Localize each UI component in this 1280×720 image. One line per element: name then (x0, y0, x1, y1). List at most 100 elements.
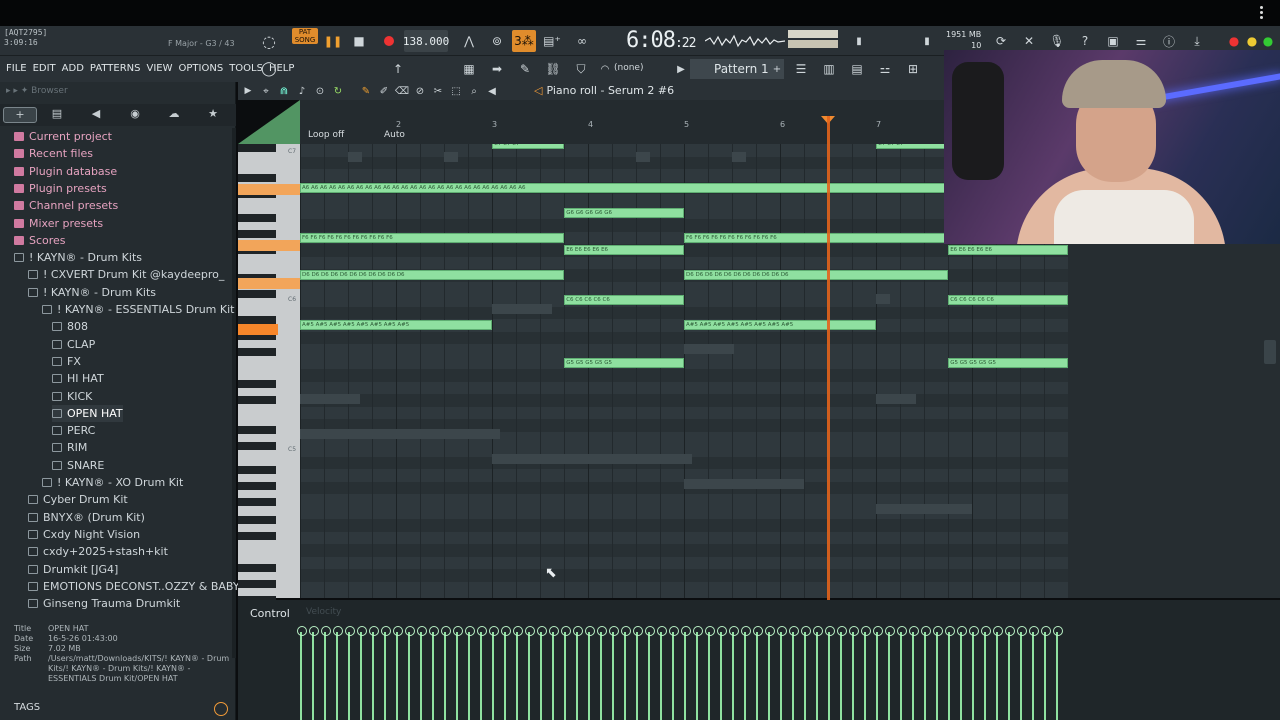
velocity-bar[interactable] (297, 625, 307, 720)
browser-item[interactable]: Current project (14, 128, 112, 145)
piano-roll-icon[interactable]: ▤ (846, 58, 868, 80)
velocity-bar[interactable] (765, 625, 775, 720)
browser-item[interactable]: BNYX® (Drum Kit) (28, 509, 145, 526)
active-key[interactable] (238, 278, 300, 289)
zoom-tool-icon[interactable]: ⌕ (466, 82, 482, 100)
menu-add[interactable]: ADD (62, 63, 84, 74)
midi-note[interactable]: E6 E6 E6 E6 E6 (564, 245, 684, 256)
velocity-bar[interactable] (945, 625, 955, 720)
sliders-icon[interactable]: ⚌ (1130, 30, 1152, 52)
velocity-bar[interactable] (657, 625, 667, 720)
midi-note[interactable]: C7 C7 C7 (876, 144, 949, 149)
velocity-bar[interactable] (417, 625, 427, 720)
velocity-bar[interactable] (729, 625, 739, 720)
more-options-icon[interactable] (1260, 6, 1264, 20)
piano-roll-menu-icon[interactable]: ▶ (242, 82, 254, 100)
velocity-bar[interactable] (957, 625, 967, 720)
draw-tool-icon[interactable]: ✎ (358, 82, 374, 100)
browser-item[interactable]: KICK (52, 388, 92, 405)
browser-item[interactable]: ! KAYN® - Drum Kits (28, 284, 156, 301)
piano-keyboard[interactable]: C7 C6 C5 (238, 144, 300, 604)
metronome-knob-icon[interactable]: ◌ (258, 30, 280, 52)
channel-rack-icon[interactable]: ▥ (818, 58, 840, 80)
midi-note[interactable]: F6 F6 F6 F6 F6 F6 F6 F6 F6 F6 F6 (684, 232, 949, 243)
black-key[interactable] (238, 144, 276, 152)
paint-tool-icon[interactable]: ✐ (376, 82, 392, 100)
velocity-bar[interactable] (705, 625, 715, 720)
velocity-bar[interactable] (345, 625, 355, 720)
velocity-bar[interactable] (681, 625, 691, 720)
velocity-bar[interactable] (537, 625, 547, 720)
browser-item[interactable]: Ginseng Trauma Drumkit (28, 595, 180, 612)
pattern-add-icon[interactable]: + (770, 58, 784, 80)
pitch-knob-icon[interactable]: ↑ (390, 58, 406, 80)
velocity-bar[interactable] (717, 625, 727, 720)
loop-record-icon[interactable]: ∞ (570, 30, 594, 52)
help-icon[interactable]: ? (1074, 30, 1096, 52)
browser-item[interactable]: Cxdy Night Vision (28, 526, 140, 543)
black-key[interactable] (238, 580, 276, 588)
refresh-icon[interactable]: ⟳ (990, 30, 1012, 52)
velocity-bar[interactable] (909, 625, 919, 720)
playback-tool-icon[interactable]: ◀ (484, 82, 500, 100)
auto-toggle[interactable]: Auto (384, 130, 405, 140)
velocity-bar[interactable] (633, 625, 643, 720)
window-minimize-icon[interactable]: ● (1246, 30, 1258, 52)
master-volume-icon[interactable]: ▮ (852, 30, 866, 52)
browser-tab-favorites[interactable]: ★ (196, 107, 230, 123)
browser-item[interactable]: HI HAT (52, 370, 104, 387)
velocity-bar[interactable] (897, 625, 907, 720)
control-label[interactable]: Control (250, 607, 290, 620)
mixer-icon[interactable]: ⚍ (874, 58, 896, 80)
browser-item[interactable]: PERC (52, 422, 95, 439)
velocity-bar[interactable] (597, 625, 607, 720)
velocity-bar[interactable] (753, 625, 763, 720)
velocity-bar[interactable] (561, 625, 571, 720)
master-knob-icon[interactable]: ◯ (258, 58, 280, 80)
menu-file[interactable]: FILE (6, 63, 27, 74)
stop-button[interactable]: ■ (350, 30, 368, 52)
black-key[interactable] (238, 498, 276, 506)
velocity-bar[interactable] (453, 625, 463, 720)
browser-item[interactable]: Channel presets (14, 197, 118, 214)
loop-icon[interactable]: ↻ (330, 82, 346, 100)
loop-toggle[interactable]: Loop off (308, 130, 344, 140)
browser-item[interactable]: Plugin database (14, 163, 117, 180)
waveform-monitor[interactable] (705, 34, 785, 48)
velocity-bar[interactable] (357, 625, 367, 720)
velocity-bar[interactable] (1029, 625, 1039, 720)
master-pitch-icon[interactable]: ▮ (920, 30, 934, 52)
velocity-bar[interactable] (981, 625, 991, 720)
note-icon[interactable]: ♪ (294, 82, 310, 100)
window-maximize-icon[interactable]: ● (1262, 30, 1274, 52)
magnet-icon[interactable]: ⌖ (258, 82, 274, 100)
stamp-icon[interactable]: ⛉ (570, 58, 592, 80)
slice-tool-icon[interactable]: ✂ (430, 82, 446, 100)
info-icon[interactable]: ⓘ (1158, 30, 1180, 52)
step-edit-icon[interactable]: ▤⁺ (540, 30, 564, 52)
velocity-bar[interactable] (585, 625, 595, 720)
velocity-bar[interactable] (609, 625, 619, 720)
velocity-bar[interactable] (921, 625, 931, 720)
velocity-bar[interactable] (669, 625, 679, 720)
browser-item[interactable]: 808 (52, 318, 88, 335)
black-key[interactable] (238, 516, 276, 524)
velocity-bar[interactable] (849, 625, 859, 720)
microphone-icon[interactable]: 🎙 (1046, 30, 1068, 52)
black-key[interactable] (238, 348, 276, 356)
black-key[interactable] (238, 290, 276, 298)
velocity-bar[interactable] (801, 625, 811, 720)
vertical-scrollbar[interactable] (1264, 340, 1276, 364)
browser-item[interactable]: ! KAYN® - XO Drum Kit (42, 474, 183, 491)
tempo-field[interactable]: 138.000 (403, 30, 449, 52)
midi-note[interactable]: C6 C6 C6 C6 C6 (948, 295, 1068, 306)
menu-patterns[interactable]: PATTERNS (90, 63, 141, 74)
active-key[interactable] (238, 324, 278, 335)
black-key[interactable] (238, 442, 276, 450)
velocity-bar[interactable] (501, 625, 511, 720)
metronome-icon[interactable]: ⋀ (458, 30, 480, 52)
browser-item[interactable]: Drumkit [JG4] (28, 561, 118, 578)
wait-record-icon[interactable]: ⊚ (486, 30, 508, 52)
active-key[interactable] (238, 240, 300, 251)
velocity-label[interactable]: Velocity (306, 607, 341, 617)
